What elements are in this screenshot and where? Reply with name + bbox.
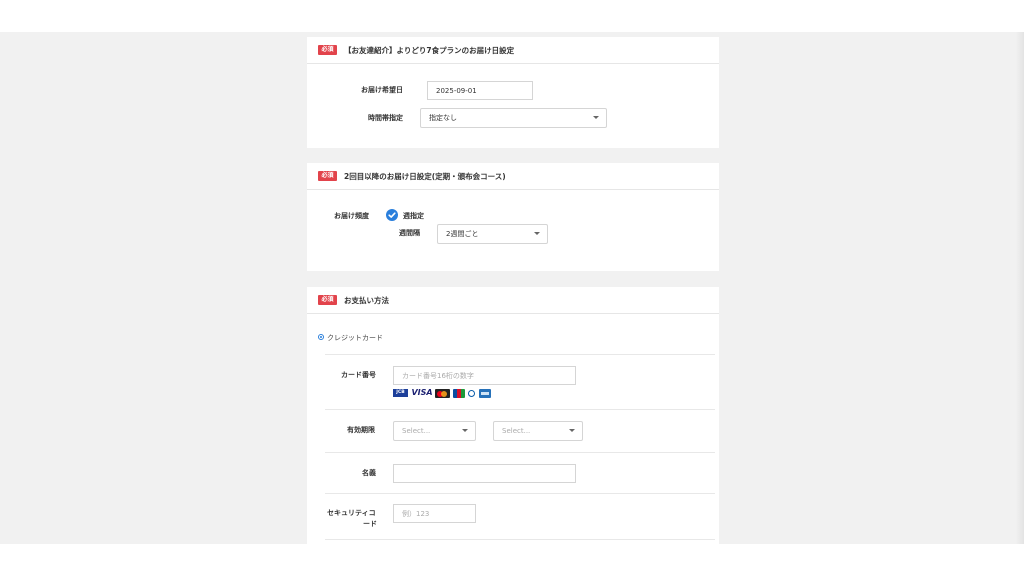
interval-value: 2週間ごと [446, 230, 479, 238]
expiry-month-select[interactable]: Select... [393, 421, 476, 441]
payment-section: 必須 お支払い方法 クレジットカード カード番号 カード番号16桁の数字 JCB… [307, 287, 719, 544]
time-slot-label: 時間帯指定 [368, 114, 403, 122]
delivery-date-value: 2025-09-01 [436, 86, 477, 95]
expiry-label: 有効期限 [347, 426, 375, 434]
delivery-date-input[interactable]: 2025-09-01 [427, 81, 533, 100]
checkmark-icon[interactable] [386, 209, 398, 221]
security-code-placeholder: 例）123 [402, 509, 430, 518]
divider [325, 452, 715, 453]
card-number-placeholder: カード番号16桁の数字 [402, 371, 474, 380]
required-badge: 必須 [318, 171, 337, 181]
expiry-month-value: Select... [402, 427, 431, 435]
section-header: 必須 2回目以降のお届け日設定(定期・頒布会コース) [307, 163, 719, 190]
divider [325, 493, 715, 494]
divider [325, 539, 715, 540]
divider [325, 409, 715, 410]
security-code-label-line1: セキュリティコ [327, 509, 376, 517]
divider [325, 354, 715, 355]
section-title: お支払い方法 [344, 295, 389, 305]
interval-label: 週間隔 [399, 229, 420, 237]
security-code-input[interactable]: 例）123 [393, 504, 476, 523]
time-slot-value: 指定なし [429, 114, 457, 122]
chevron-down-icon [534, 232, 540, 235]
card-number-input[interactable]: カード番号16桁の数字 [393, 366, 576, 385]
chevron-down-icon [593, 116, 599, 119]
scroll-edge-shadow [1016, 32, 1024, 544]
card-number-label: カード番号 [341, 371, 376, 379]
required-badge: 必須 [318, 295, 337, 305]
expiry-year-value: Select... [502, 427, 531, 435]
expiry-year-select[interactable]: Select... [493, 421, 583, 441]
frequency-label: お届け頻度 [334, 212, 369, 220]
interval-select[interactable]: 2週間ごと [437, 224, 548, 244]
credit-card-label: クレジットカード [327, 334, 383, 342]
section-title: 【お友達紹介】よりどり7食プランのお届け日設定 [344, 45, 515, 55]
frequency-option-label: 週指定 [403, 212, 424, 220]
delivery-date-section: 必須 【お友達紹介】よりどり7食プランのお届け日設定 お届け希望日 2025-0… [307, 37, 719, 148]
recurring-delivery-section: 必須 2回目以降のお届け日設定(定期・頒布会コース) お届け頻度 週指定 週間隔… [307, 163, 719, 271]
section-title: 2回目以降のお届け日設定(定期・頒布会コース) [344, 171, 506, 181]
section-header: 必須 お支払い方法 [307, 287, 719, 314]
mastercard-logo-icon [435, 389, 450, 398]
cardholder-name-input[interactable] [393, 464, 576, 483]
chevron-down-icon [462, 429, 468, 432]
jcb-card-icon [453, 389, 465, 398]
section-header: 必須 【お友達紹介】よりどり7食プランのお届け日設定 [307, 37, 719, 64]
chevron-down-icon [569, 429, 575, 432]
jcb-logo-icon: JCB [393, 389, 408, 397]
security-code-label-line2: ード [363, 520, 377, 528]
diners-logo-icon [467, 390, 477, 397]
credit-card-radio[interactable] [318, 334, 324, 340]
visa-logo-icon: VISA [411, 388, 433, 397]
cardholder-name-label: 名義 [362, 469, 376, 477]
amex-logo-icon [479, 389, 491, 398]
delivery-date-label: お届け希望日 [361, 86, 403, 94]
required-badge: 必須 [318, 45, 337, 55]
time-slot-select[interactable]: 指定なし [420, 108, 607, 128]
